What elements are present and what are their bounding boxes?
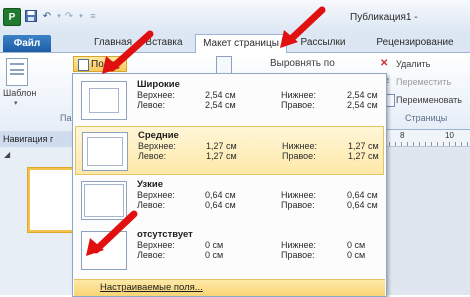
delete-icon[interactable]: ✕ bbox=[380, 58, 388, 69]
right-value: 0,64 см bbox=[347, 200, 378, 210]
option-title: Узкие bbox=[137, 179, 164, 190]
rename-page-button[interactable]: Переименовать bbox=[396, 95, 462, 105]
templates-button[interactable]: Шаблон bbox=[3, 88, 36, 98]
bottom-value: 2,54 см bbox=[347, 90, 378, 100]
bottom-value: 0 см bbox=[347, 240, 366, 250]
wide-margins-icon bbox=[81, 81, 127, 120]
delete-page-button[interactable]: Удалить bbox=[396, 59, 430, 69]
guides-icon[interactable] bbox=[216, 56, 232, 74]
window-title: Публикация1 - bbox=[350, 12, 418, 23]
custom-margins-label: Настраиваемые поля... bbox=[100, 282, 203, 293]
option-title: Широкие bbox=[137, 79, 180, 90]
move-page-button[interactable]: Переместить bbox=[396, 77, 451, 87]
tab-review[interactable]: Рецензирование bbox=[366, 34, 464, 52]
annotation-arrow-no-margins-icon bbox=[86, 210, 138, 256]
right-label: Правое: bbox=[281, 250, 315, 260]
annotation-arrow-page-layout-icon bbox=[280, 6, 326, 48]
right-label: Правое: bbox=[282, 151, 316, 161]
bottom-value: 0,64 см bbox=[347, 190, 378, 200]
top-label: Верхнее: bbox=[137, 190, 175, 200]
right-value: 1,27 см bbox=[348, 151, 379, 161]
margin-option-wide[interactable]: Широкие Верхнее: 2,54 см Нижнее: 2,54 см… bbox=[75, 76, 384, 125]
templates-dropdown-icon[interactable]: ▾ bbox=[14, 99, 18, 107]
ruler-mark: 8 bbox=[400, 131, 405, 140]
option-title: Средние bbox=[138, 130, 179, 141]
align-to-button[interactable]: Выровнять по bbox=[270, 58, 335, 69]
tab-page-layout[interactable]: Макет страницы bbox=[195, 34, 287, 53]
top-value: 1,27 см bbox=[206, 141, 237, 151]
top-value: 2,54 см bbox=[205, 90, 236, 100]
ribbon-group-label-partial: Па bbox=[60, 113, 72, 123]
bottom-value: 1,27 см bbox=[348, 141, 379, 151]
horizontal-ruler[interactable] bbox=[383, 130, 470, 147]
bottom-label: Нижнее: bbox=[281, 190, 317, 200]
page-thumbnail[interactable] bbox=[28, 168, 76, 232]
customize-qat-icon[interactable]: ≡ bbox=[86, 9, 100, 23]
margins-dropdown-menu: Широкие Верхнее: 2,54 см Нижнее: 2,54 см… bbox=[72, 73, 387, 297]
top-value: 0 см bbox=[205, 240, 224, 250]
right-label: Правое: bbox=[281, 100, 315, 110]
left-label: Левое: bbox=[138, 151, 167, 161]
left-label: Левое: bbox=[137, 250, 166, 260]
left-value: 0 см bbox=[205, 250, 224, 260]
publisher-app-icon[interactable]: P bbox=[3, 8, 21, 26]
annotation-arrow-margins-icon bbox=[102, 30, 154, 74]
left-label: Левое: bbox=[137, 100, 166, 110]
publication-workspace[interactable] bbox=[385, 147, 470, 295]
medium-margins-icon bbox=[82, 132, 128, 171]
pages-group-label: Страницы bbox=[405, 113, 448, 123]
top-label: Верхнее: bbox=[137, 90, 175, 100]
option-title: отсутствует bbox=[137, 229, 193, 240]
bottom-label: Нижнее: bbox=[281, 90, 317, 100]
navigation-pane-header: Навигация г bbox=[0, 131, 75, 147]
right-value: 0 см bbox=[347, 250, 366, 260]
tab-file[interactable]: Файл bbox=[3, 35, 51, 52]
margin-option-medium[interactable]: Средние Верхнее: 1,27 см Нижнее: 1,27 см… bbox=[75, 126, 384, 175]
right-label: Правое: bbox=[281, 200, 315, 210]
bottom-label: Нижнее: bbox=[282, 141, 318, 151]
template-icon[interactable] bbox=[6, 58, 28, 86]
margins-icon bbox=[78, 59, 89, 71]
top-value: 0,64 см bbox=[205, 190, 236, 200]
collapse-icon[interactable]: ◢ bbox=[4, 150, 10, 159]
ribbon-tabs: Файл Главная Вставка Макет страницы Расс… bbox=[0, 32, 470, 53]
top-label: Верхнее: bbox=[137, 240, 175, 250]
top-label: Верхнее: bbox=[138, 141, 176, 151]
left-value: 0,64 см bbox=[205, 200, 236, 210]
left-label: Левое: bbox=[137, 200, 166, 210]
left-value: 2,54 см bbox=[205, 100, 236, 110]
left-value: 1,27 см bbox=[206, 151, 237, 161]
right-value: 2,54 см bbox=[347, 100, 378, 110]
save-icon[interactable] bbox=[24, 9, 38, 23]
ruler-mark: 10 bbox=[445, 131, 454, 140]
bottom-label: Нижнее: bbox=[281, 240, 317, 250]
